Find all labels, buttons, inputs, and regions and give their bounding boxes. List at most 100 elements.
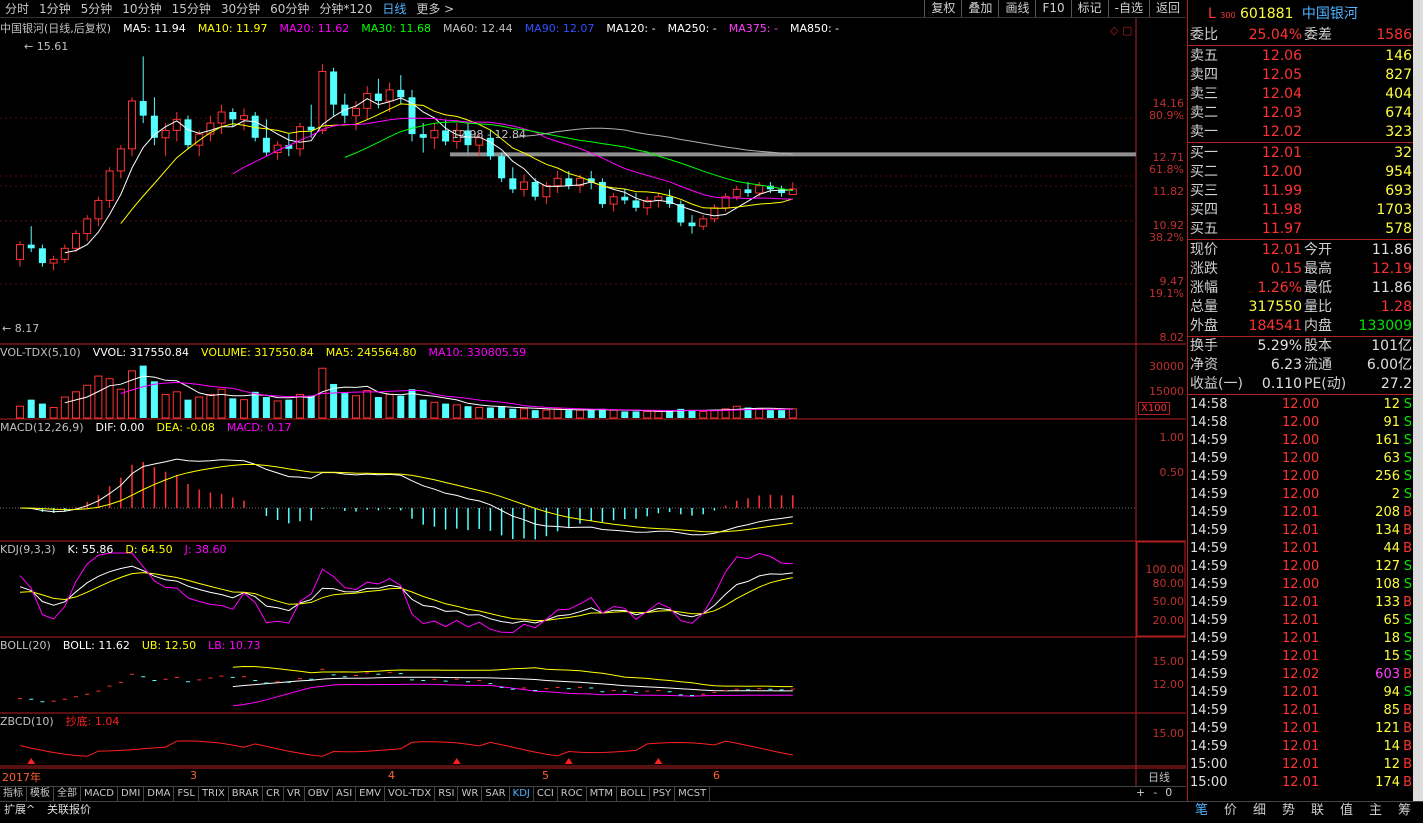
volume-bar — [778, 410, 786, 418]
side-scrollbar[interactable] — [1413, 0, 1423, 801]
divider — [1188, 142, 1414, 143]
legend-item: 抄底: 1.04 — [65, 715, 120, 728]
zoom-button[interactable]: - — [1153, 786, 1157, 799]
main-legend: 中国银河(日线,后复权) MA5: 11.94 MA10: 11.97 MA20: 1… — [0, 22, 851, 36]
price-axis-label: 10.92 38.2% — [1136, 220, 1184, 244]
indicator-tab[interactable]: TRIX — [199, 787, 229, 801]
price-value: 8.02 — [1159, 331, 1185, 344]
indicator-tab[interactable]: VR — [284, 787, 305, 801]
divider — [1188, 45, 1414, 46]
volume-bar — [542, 409, 551, 419]
panel-tab[interactable]: 值 — [1332, 801, 1361, 823]
indicator-tab[interactable]: EMV — [356, 787, 385, 801]
tick-time: 14:59 — [1190, 559, 1228, 574]
period-label: 日线 — [1148, 771, 1170, 784]
indicator-tab[interactable]: DMI — [118, 787, 145, 801]
indicator-tab[interactable]: MCST — [675, 787, 711, 801]
related-quote-tab[interactable]: 关联报价 — [43, 803, 95, 816]
panel-tab[interactable]: 细 — [1245, 801, 1274, 823]
tick-price: 12.00 — [1282, 415, 1320, 430]
stat-value: 11.86 — [1371, 242, 1412, 258]
tick-side: S — [1403, 451, 1412, 466]
kline-chart-svg[interactable] — [0, 18, 1186, 786]
volume-bar — [598, 408, 606, 418]
panel-tab[interactable]: 笔 — [1187, 801, 1216, 823]
indicator-tab[interactable]: ROC — [558, 787, 587, 801]
indicator-axis-label: 20.00 — [1152, 614, 1185, 627]
panel-tab[interactable]: 主 — [1361, 801, 1390, 823]
period-tab[interactable]: 30分钟 — [216, 1, 265, 17]
volume-bar — [498, 406, 506, 418]
toolbar-button[interactable]: 复权 — [924, 0, 961, 17]
indicator-tab[interactable]: CR — [263, 787, 284, 801]
indicator-tab[interactable]: BOLL — [617, 787, 650, 801]
period-tab[interactable]: 更多 > — [411, 1, 459, 17]
tick-time: 14:59 — [1190, 667, 1228, 682]
volume-bar — [116, 388, 125, 419]
indicator-tab[interactable]: DMA — [144, 787, 175, 801]
indicator-tab[interactable]: BRAR — [229, 787, 263, 801]
tick-price: 12.00 — [1282, 487, 1320, 502]
toolbar-button[interactable]: F10 — [1035, 0, 1070, 17]
stat-label: 收益(一) — [1190, 376, 1243, 392]
panel-tab[interactable]: 势 — [1274, 801, 1303, 823]
indicator-tab[interactable]: 模板 — [27, 787, 54, 801]
kdj-k-line — [19, 565, 793, 624]
zoom-button[interactable]: 0 — [1165, 786, 1172, 799]
indicator-tab[interactable]: CCI — [534, 787, 558, 801]
indicator-tab[interactable]: RSI — [435, 787, 459, 801]
toolbar-button[interactable]: 返回 — [1148, 0, 1186, 17]
indicator-axis-label: 50.00 — [1152, 595, 1185, 608]
weicha-label: 委差 — [1304, 27, 1332, 43]
period-tab[interactable]: 60分钟 — [265, 1, 314, 17]
candle-body — [699, 218, 708, 227]
fib-percent: 80.9% — [1149, 109, 1184, 122]
tick-volume: 44 — [1383, 541, 1400, 556]
ask-label: 卖二 — [1190, 105, 1218, 121]
panel-tab[interactable]: 联 — [1303, 801, 1332, 823]
toolbar-button[interactable]: 标记 — [1070, 0, 1108, 17]
tick-volume: 134 — [1375, 523, 1400, 538]
indicator-tab[interactable]: ASI — [333, 787, 357, 801]
period-tab[interactable]: 分时 — [0, 1, 34, 17]
chart-area[interactable]: 中国银河(日线,后复权) MA5: 11.94 MA10: 11.97 MA20: 1… — [0, 18, 1186, 786]
indicator-tab[interactable]: PSY — [650, 787, 676, 801]
indicator-tab[interactable]: MTM — [587, 787, 617, 801]
toolbar-button[interactable]: 叠加 — [961, 0, 998, 17]
macd-legend: MACD(12,26,9) DIF: 0.00 DEA: -0.08 MACD: 0.… — [0, 421, 304, 435]
tick-time: 14:59 — [1190, 739, 1228, 754]
indicator-tab[interactable]: SAR — [482, 787, 510, 801]
toolbar-button[interactable]: -自选 — [1107, 0, 1149, 17]
tick-volume: 161 — [1375, 433, 1400, 448]
bottom-signal-arrow — [452, 758, 461, 764]
period-tab[interactable]: 15分钟 — [167, 1, 216, 17]
volume-bar — [732, 405, 741, 419]
tick-side: S — [1403, 559, 1412, 574]
panel-tab[interactable]: 价 — [1216, 801, 1245, 823]
tick-volume: 208 — [1375, 505, 1400, 520]
period-tab[interactable]: 1分钟 — [34, 1, 76, 17]
chart-settings-icon[interactable]: ◇ ▢ — [1110, 24, 1132, 37]
indicator-tab[interactable]: OBV — [305, 787, 333, 801]
zoom-button[interactable]: + — [1136, 786, 1145, 799]
expand-tab[interactable]: 扩展^ — [0, 803, 39, 816]
indicator-tab[interactable]: MACD — [81, 787, 118, 801]
indicator-tab[interactable]: 全部 — [54, 787, 81, 801]
candle-body — [654, 196, 663, 201]
quote-row: 买二 12.00 954 — [1190, 163, 1412, 182]
period-tab[interactable]: 日线 — [377, 1, 411, 17]
indicator-tab[interactable]: 指标 — [0, 787, 27, 801]
indicator-tab[interactable]: WR — [458, 787, 483, 801]
period-tab[interactable]: 分钟*120 — [314, 1, 377, 17]
period-tab[interactable]: 10分钟 — [117, 1, 166, 17]
indicator-tab[interactable]: KDJ — [510, 787, 534, 801]
indicator-axis-label: 30000 — [1149, 360, 1184, 373]
toolbar-button[interactable]: 画线 — [998, 0, 1035, 17]
indicator-tab[interactable]: FSL — [174, 787, 199, 801]
panel-tab[interactable]: 筹 — [1390, 801, 1419, 823]
period-tab[interactable]: 5分钟 — [76, 1, 118, 17]
tick-row: 14:58 12.00 91 S — [1190, 414, 1412, 432]
tick-side: S — [1403, 487, 1412, 502]
indicator-tab[interactable]: VOL-TDX — [385, 787, 436, 801]
quote-row: 卖三 12.04 404 — [1190, 85, 1412, 104]
